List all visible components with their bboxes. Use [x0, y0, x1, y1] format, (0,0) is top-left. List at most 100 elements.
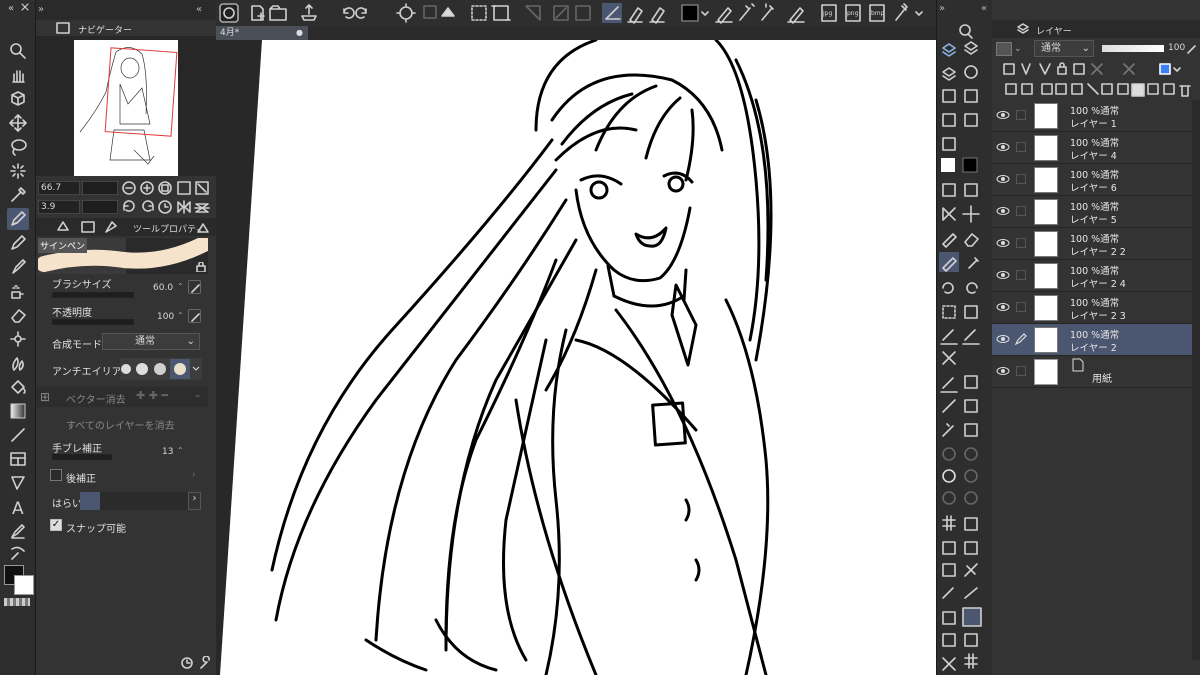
document-tab[interactable]: 4月* ●	[216, 26, 308, 40]
magic-wand-icon[interactable]	[9, 162, 27, 180]
canvas-area[interactable]	[216, 40, 936, 675]
navigator-preview[interactable]	[74, 40, 178, 176]
opacity-dynamics-icon[interactable]	[1185, 42, 1198, 56]
zoom-input[interactable]: 66.7	[38, 181, 80, 195]
layer-opacity-slider[interactable]	[1102, 45, 1164, 52]
blend-tool-icon[interactable]	[9, 354, 27, 372]
visibility-eye-icon[interactable]	[996, 110, 1010, 120]
layer-row[interactable]: 100 %通常 レイヤー 6	[992, 164, 1200, 196]
layer-row-selected[interactable]: 100 %通常 レイヤー 2	[992, 324, 1200, 356]
eyedropper-tool-icon[interactable]	[9, 186, 27, 204]
export-png-button[interactable]: png	[847, 10, 858, 17]
tool-property-tab-label[interactable]: ツールプロパティ	[133, 222, 204, 235]
zoom-slider[interactable]	[82, 181, 118, 195]
tool-reset-icon[interactable]	[180, 656, 194, 670]
pen-tool-icon[interactable]	[7, 208, 29, 230]
visibility-eye-icon[interactable]	[996, 238, 1010, 248]
layer-lock-checkbox[interactable]	[1016, 142, 1026, 152]
hand-tool-icon[interactable]	[9, 66, 27, 84]
brush-size-value[interactable]: 60.0	[153, 283, 173, 293]
layer-tab-label[interactable]: レイヤー	[1036, 24, 1072, 37]
lasso-tool-icon[interactable]	[9, 138, 27, 156]
visibility-eye-icon[interactable]	[996, 302, 1010, 312]
object-tool-icon[interactable]	[9, 90, 27, 108]
opacity-slider[interactable]	[52, 319, 134, 325]
visibility-eye-icon[interactable]	[996, 270, 1010, 280]
visibility-eye-icon[interactable]	[996, 334, 1010, 344]
unsaved-dot-icon[interactable]: ●	[296, 26, 303, 40]
layer-lock-checkbox[interactable]	[1016, 174, 1026, 184]
taper-option-selected[interactable]	[80, 492, 100, 510]
move-tool-icon[interactable]	[9, 114, 27, 132]
export-jpg-button[interactable]: jpg	[823, 10, 832, 17]
frame-tool-icon[interactable]	[9, 450, 27, 468]
stabilization-slider[interactable]	[52, 454, 112, 460]
layer-row[interactable]: 100 %通常 レイヤー 2 4	[992, 260, 1200, 292]
figure-tool-icon[interactable]	[9, 426, 27, 444]
visibility-eye-icon[interactable]	[996, 142, 1010, 152]
collapse-icon[interactable]: »	[38, 4, 44, 15]
visibility-eye-icon[interactable]	[996, 174, 1010, 184]
layer-tool-icons[interactable]	[992, 60, 1200, 100]
layer-row[interactable]: 100 %通常 レイヤー 4	[992, 132, 1200, 164]
eraser-tool-icon[interactable]	[9, 306, 27, 324]
stabilization-value[interactable]: 13	[162, 447, 173, 457]
layer-lock-checkbox[interactable]	[1016, 366, 1026, 376]
vector-erase-expand-icon[interactable]: ⊞	[40, 390, 50, 404]
brush-tool-icon[interactable]	[9, 258, 27, 276]
zoom-tool-icon[interactable]	[9, 42, 27, 60]
paper-layer-row[interactable]: 用紙	[992, 356, 1200, 388]
opacity-value[interactable]: 100	[157, 312, 174, 322]
collapse-right-icon[interactable]: «	[196, 4, 202, 15]
layer-row[interactable]: 100 %通常 レイヤー 5	[992, 196, 1200, 228]
visibility-eye-icon[interactable]	[996, 206, 1010, 216]
chevron-down-icon[interactable]: ⌄	[1014, 44, 1022, 54]
export-bmp-button[interactable]: bmp	[871, 10, 884, 17]
wrench-icon[interactable]	[198, 656, 212, 670]
opacity-stepper-icon[interactable]: ⌃	[177, 311, 184, 320]
ruler-tool-icon[interactable]	[9, 474, 27, 492]
layer-lock-checkbox[interactable]	[1016, 206, 1026, 216]
layer-row[interactable]: 100 %通常 レイヤー 2 2	[992, 228, 1200, 260]
opacity-dynamics-button[interactable]	[188, 309, 201, 323]
pencil-tool-icon[interactable]	[9, 234, 27, 252]
transparent-color-swatch[interactable]	[4, 598, 30, 606]
correct-line-tool-icon[interactable]	[9, 544, 27, 562]
canvas-drawing[interactable]	[216, 40, 936, 675]
layer-scrollbar[interactable]	[1192, 100, 1200, 660]
chevron-down-icon[interactable]: ⌄	[194, 390, 202, 400]
rotation-input[interactable]: 3.9	[38, 200, 80, 214]
sub-color-swatch[interactable]	[14, 575, 34, 595]
brush-size-slider[interactable]	[52, 292, 134, 298]
airbrush-tool-icon[interactable]	[9, 282, 27, 300]
fill-tool-icon[interactable]	[9, 378, 27, 396]
post-correction-checkbox[interactable]	[50, 469, 62, 481]
blend-mode-select[interactable]: 通常 ⌄	[102, 333, 200, 350]
antialias-options[interactable]	[120, 358, 202, 380]
text-tool-icon[interactable]: A	[9, 498, 27, 516]
layer-color-swatch[interactable]	[996, 42, 1012, 56]
tool-settings-icon[interactable]	[196, 222, 210, 234]
brush-size-stepper-icon[interactable]: ⌃	[177, 282, 184, 291]
decoration-tool-icon[interactable]	[9, 330, 27, 348]
layer-lock-checkbox[interactable]	[1016, 238, 1026, 248]
lock-icon[interactable]	[196, 262, 206, 272]
stabilization-stepper-icon[interactable]: ⌃	[177, 446, 184, 455]
layer-opacity-value[interactable]: 100	[1168, 43, 1185, 53]
balloon-tool-icon[interactable]	[9, 522, 27, 540]
snap-checkbox[interactable]: ✓	[50, 519, 62, 531]
navigator-tab-label[interactable]: ナビゲーター	[78, 23, 132, 36]
brush-size-dynamics-button[interactable]	[188, 280, 201, 294]
chevron-right-icon[interactable]: ›	[188, 492, 201, 510]
taper-options[interactable]	[100, 492, 188, 510]
layer-lock-checkbox[interactable]	[1016, 302, 1026, 312]
visibility-eye-icon[interactable]	[996, 366, 1010, 376]
chevron-right-icon[interactable]: ›	[192, 470, 196, 480]
rotation-slider[interactable]	[82, 200, 118, 214]
layer-lock-checkbox[interactable]	[1016, 270, 1026, 280]
gradient-tool-icon[interactable]	[9, 402, 27, 420]
layer-lock-checkbox[interactable]	[1016, 110, 1026, 120]
layer-blend-mode-select[interactable]: 通常 ⌄	[1034, 40, 1094, 57]
layer-row[interactable]: 100 %通常 レイヤー 2 3	[992, 292, 1200, 324]
layer-row[interactable]: 100 %通常 レイヤー 1	[992, 100, 1200, 132]
